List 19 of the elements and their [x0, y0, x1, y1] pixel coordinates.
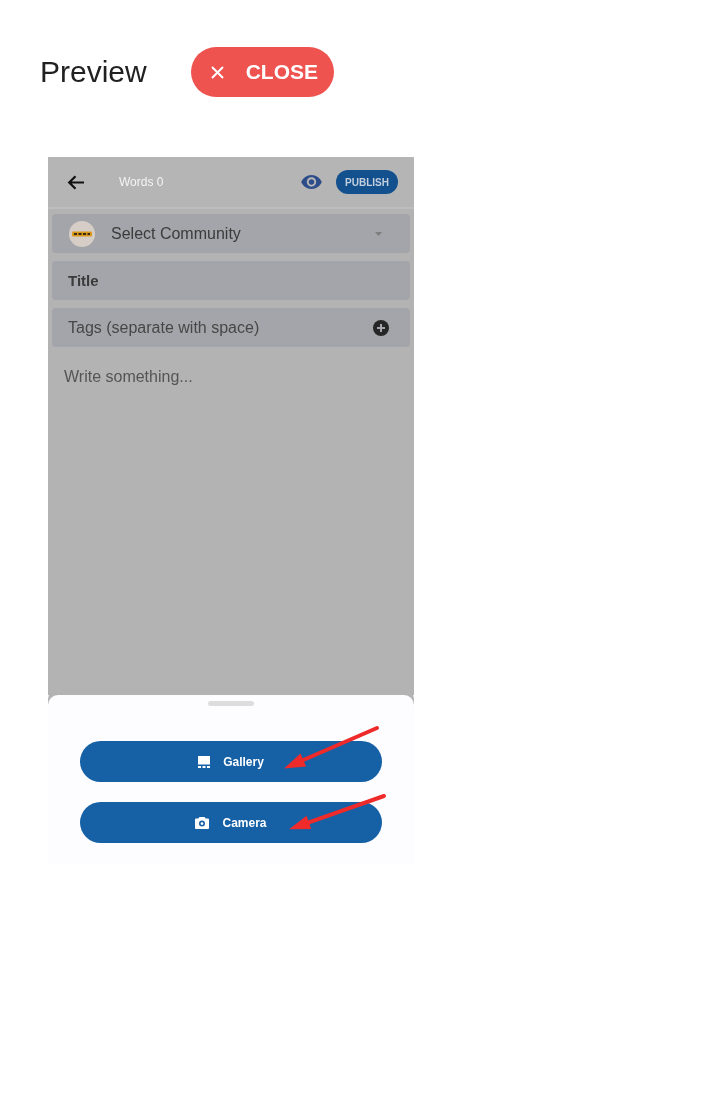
tags-field[interactable]: Tags (separate with space)	[52, 308, 410, 347]
camera-button[interactable]: Camera	[80, 802, 382, 843]
publish-button[interactable]: PUBLISH	[336, 170, 398, 194]
word-count: Words 0	[119, 175, 164, 189]
gallery-button[interactable]: Gallery	[80, 741, 382, 782]
back-arrow-icon[interactable]	[67, 174, 84, 190]
add-circle-icon[interactable]	[373, 320, 389, 336]
camera-icon	[195, 816, 210, 829]
title-field[interactable]: Title	[52, 261, 410, 300]
dropdown-caret-icon	[375, 231, 382, 236]
drag-handle[interactable]	[208, 701, 254, 706]
image-icon	[198, 755, 211, 768]
community-select[interactable]: Select Community	[52, 214, 410, 253]
page-title: Preview	[40, 55, 147, 89]
body-field[interactable]: Write something...	[48, 355, 414, 695]
eye-icon[interactable]	[301, 175, 323, 189]
close-icon	[210, 65, 224, 79]
close-button[interactable]: CLOSE	[190, 47, 335, 97]
community-logo-icon	[69, 220, 95, 247]
